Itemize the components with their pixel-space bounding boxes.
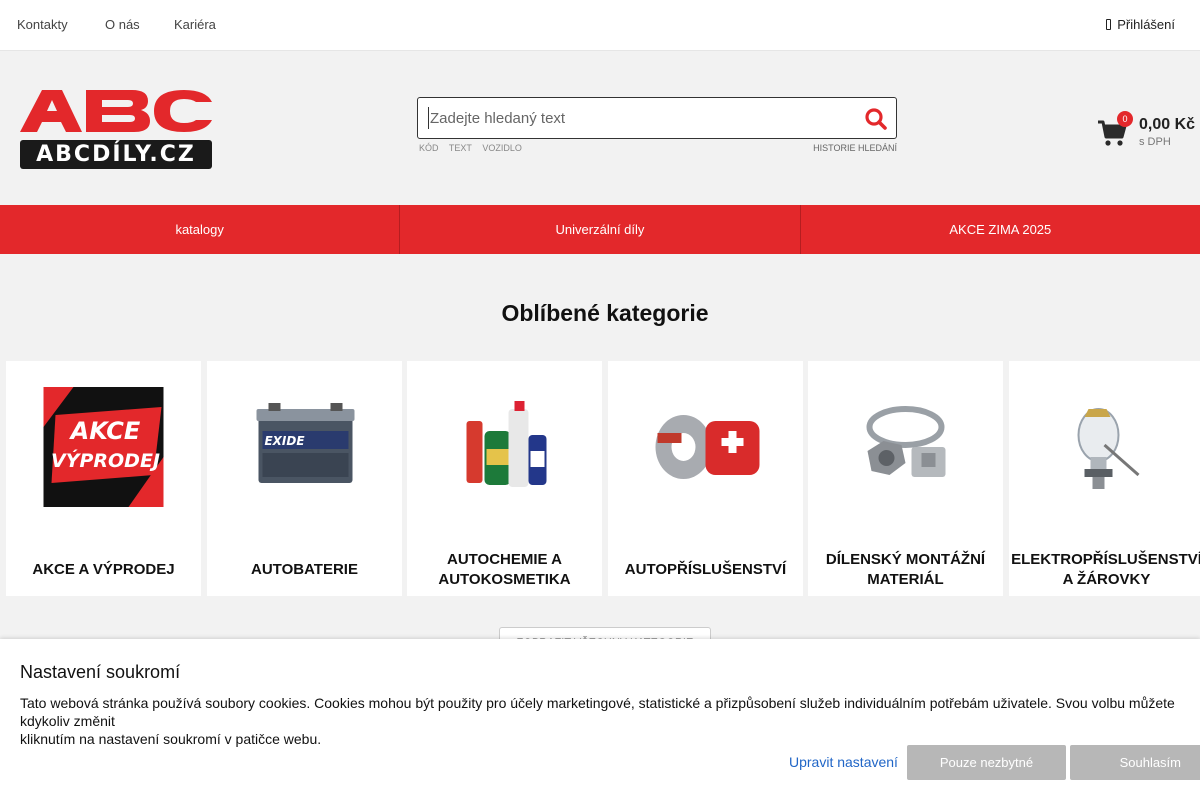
- top-bar: Kontakty O nás Kariéra Přihlášení: [0, 0, 1200, 51]
- battery-image-text: EXIDE: [264, 434, 305, 448]
- category-card-electrical[interactable]: ELEKTROPŘÍSLUŠENSTVÍ A ŽÁROVKY: [1009, 361, 1200, 596]
- category-card-batteries[interactable]: EXIDE AUTOBATERIE: [207, 361, 402, 596]
- cookie-settings-link[interactable]: Upravit nastavení: [789, 754, 898, 770]
- category-image-workshop-material: [866, 406, 946, 477]
- search-history-link[interactable]: HISTORIE HLEDÁNÍ: [813, 143, 897, 153]
- category-label: AUTOBATERIE: [251, 561, 358, 578]
- cart-price: 0,00 Kč: [1139, 116, 1196, 133]
- category-image-bulb: [1077, 408, 1140, 489]
- category-label: AUTOPŘÍSLUŠENSTVÍ: [624, 561, 787, 578]
- category-image-battery: EXIDE: [256, 403, 355, 483]
- category-image-car-chemicals: [466, 401, 547, 487]
- about-link[interactable]: O nás: [105, 17, 140, 32]
- cookie-title: Nastavení soukromí: [20, 662, 181, 682]
- site-logo[interactable]: ABCDÍLY.CZ: [20, 88, 212, 170]
- cart-vat-note: s DPH: [1139, 136, 1171, 148]
- category-label: ELEKTROPŘÍSLUŠENSTVÍ A ŽÁROVKY: [1011, 551, 1200, 588]
- category-label: DÍLENSKÝ MONTÁŽNÍ MATERIÁL: [825, 551, 986, 588]
- category-card-car-chemicals[interactable]: AUTOCHEMIE A AUTOKOSMETIKA: [407, 361, 602, 596]
- nav-item-universal-parts[interactable]: Univerzální díly: [400, 205, 801, 254]
- search-input[interactable]: [428, 107, 848, 129]
- category-card-workshop-material[interactable]: DÍLENSKÝ MONTÁŽNÍ MATERIÁL: [808, 361, 1003, 596]
- logo-domain-text: ABCDÍLY.CZ: [20, 140, 212, 169]
- search-mode-code[interactable]: KÓD: [419, 143, 439, 153]
- section-title: Oblíbené kategorie: [501, 300, 709, 326]
- search-icon[interactable]: [864, 107, 888, 131]
- cookie-banner: Nastavení soukromí Tato webová stránka p…: [0, 639, 1200, 800]
- category-image-car-accessories: [655, 415, 760, 479]
- main-nav: katalogy Univerzální díly AKCE ZIMA 2025: [0, 205, 1200, 254]
- category-card-sale[interactable]: AKCE VÝPRODEJ AKCE A VÝPRODEJ: [6, 361, 201, 596]
- user-icon: [1106, 19, 1112, 30]
- career-link[interactable]: Kariéra: [174, 17, 216, 32]
- contacts-link[interactable]: Kontakty: [17, 17, 68, 32]
- cart[interactable]: 0 0,00 Kč s DPH: [1097, 111, 1200, 161]
- login-label: Přihlášení: [1117, 17, 1175, 32]
- category-image-sale: AKCE VÝPRODEJ: [43, 387, 164, 507]
- category-card-car-accessories[interactable]: AUTOPŘÍSLUŠENSTVÍ: [608, 361, 803, 596]
- cookie-text: Tato webová stránka používá soubory cook…: [20, 695, 1175, 747]
- necessary-only-button[interactable]: Pouze nezbytné: [907, 745, 1066, 780]
- category-label: AKCE A VÝPRODEJ: [32, 561, 175, 578]
- search-mode-text[interactable]: TEXT: [449, 143, 472, 153]
- search-box: [417, 97, 897, 139]
- header: ABCDÍLY.CZ KÓD TEXT VOZIDLO HISTORIE HLE…: [0, 51, 1200, 205]
- sale-image-text-2: VÝPRODEJ: [51, 449, 160, 472]
- cart-count-badge: 0: [1117, 111, 1133, 127]
- nav-item-catalogs[interactable]: katalogy: [0, 205, 401, 254]
- search-mode-vehicle[interactable]: VOZIDLO: [482, 143, 522, 153]
- nav-item-winter-sale[interactable]: AKCE ZIMA 2025: [801, 205, 1200, 254]
- agree-button[interactable]: Souhlasím: [1070, 745, 1200, 780]
- logo-abc-graphic: [20, 90, 212, 132]
- category-label: AUTOCHEMIE A AUTOKOSMETIKA: [438, 551, 571, 588]
- sale-image-text-1: AKCE: [69, 417, 141, 445]
- search-modes: KÓD TEXT VOZIDLO: [419, 143, 530, 153]
- login-link[interactable]: Přihlášení: [1106, 17, 1175, 32]
